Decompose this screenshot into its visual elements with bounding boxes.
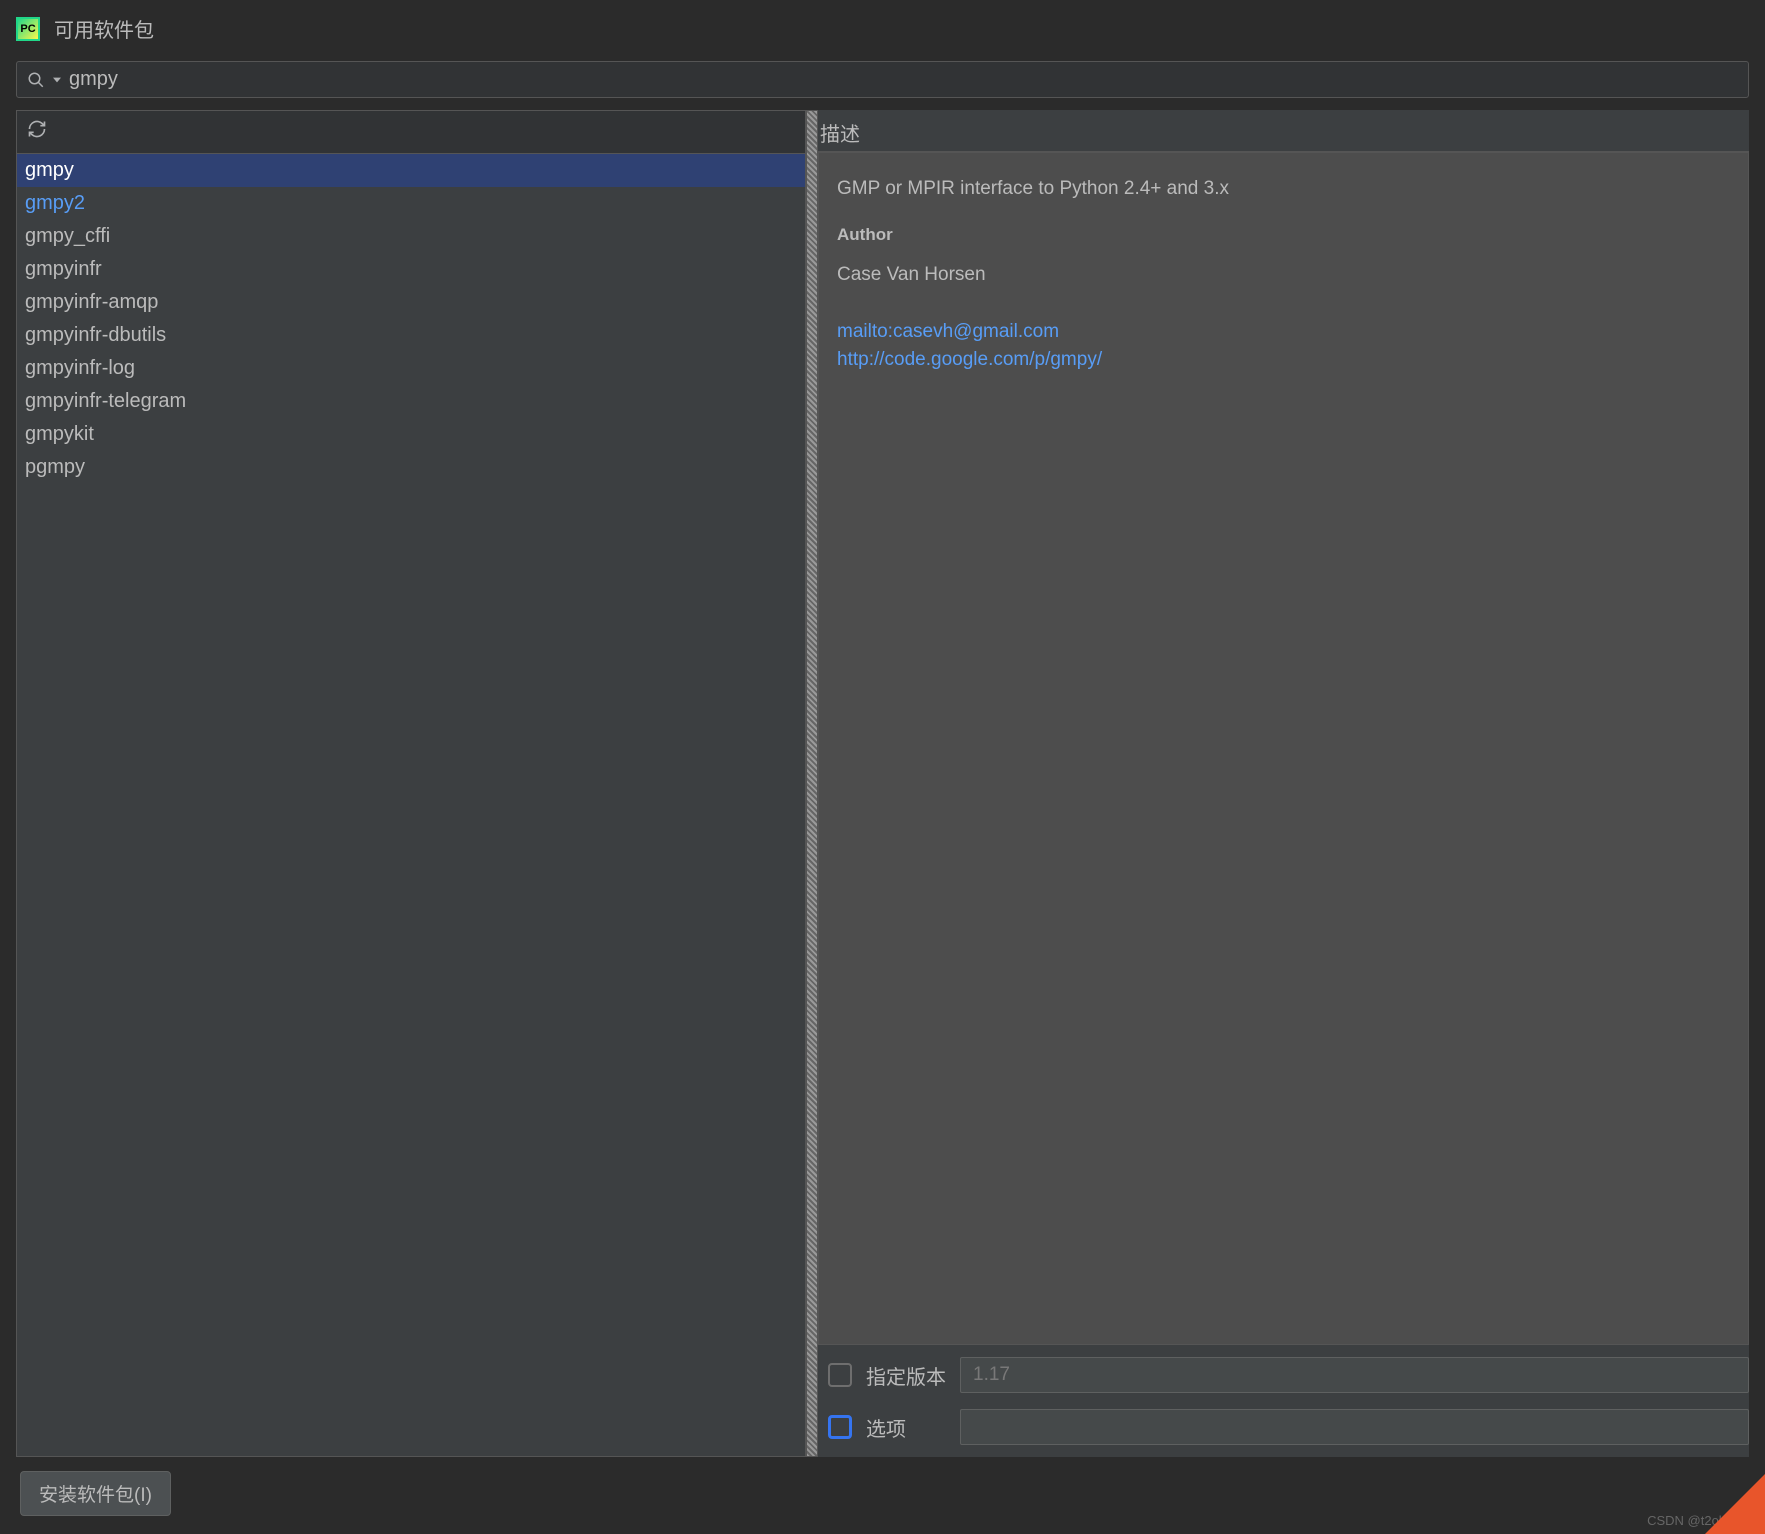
author-label: Author	[837, 222, 1730, 248]
description-summary: GMP or MPIR interface to Python 2.4+ and…	[837, 175, 1730, 204]
package-item[interactable]: gmpyinfr-dbutils	[17, 319, 805, 352]
description-header: 描述	[818, 110, 1749, 152]
install-button[interactable]: 安装软件包(I)	[20, 1471, 171, 1516]
description-link[interactable]: mailto:casevh@gmail.com	[837, 318, 1730, 347]
search-container	[0, 57, 1765, 102]
description-section: 描述 GMP or MPIR interface to Python 2.4+ …	[818, 110, 1749, 1345]
package-item[interactable]: pgmpy	[17, 451, 805, 484]
options-section: 指定版本 选项	[818, 1345, 1749, 1457]
options-input[interactable]	[960, 1409, 1749, 1445]
pycharm-icon: PC	[16, 17, 40, 41]
window-title: 可用软件包	[54, 14, 154, 43]
refresh-bar	[17, 111, 805, 154]
package-item[interactable]: gmpyinfr	[17, 253, 805, 286]
search-box[interactable]	[16, 61, 1749, 98]
right-panel: 描述 GMP or MPIR interface to Python 2.4+ …	[818, 110, 1749, 1457]
version-label: 指定版本	[866, 1361, 946, 1390]
description-link[interactable]: http://code.google.com/p/gmpy/	[837, 346, 1730, 375]
author-name: Case Van Horsen	[837, 261, 1730, 290]
package-list[interactable]: gmpygmpy2gmpy_cffigmpyinfrgmpyinfr-amqpg…	[17, 154, 805, 1456]
splitter[interactable]	[806, 110, 818, 1457]
refresh-icon[interactable]	[27, 119, 47, 139]
options-label: 选项	[866, 1413, 946, 1442]
main-content: gmpygmpy2gmpy_cffigmpyinfrgmpyinfr-amqpg…	[0, 102, 1765, 1457]
package-item[interactable]: gmpyinfr-amqp	[17, 286, 805, 319]
package-item[interactable]: gmpykit	[17, 418, 805, 451]
version-checkbox[interactable]	[828, 1363, 852, 1387]
titlebar: PC 可用软件包	[0, 0, 1765, 57]
package-dialog: PC 可用软件包 gmpygmpy2gmpy_	[0, 0, 1765, 1534]
search-input[interactable]	[69, 68, 1738, 91]
package-item[interactable]: gmpy	[17, 154, 805, 187]
dropdown-arrow-icon[interactable]	[53, 76, 61, 84]
version-input[interactable]	[960, 1357, 1749, 1393]
package-item[interactable]: gmpy_cffi	[17, 220, 805, 253]
left-panel: gmpygmpy2gmpy_cffigmpyinfrgmpyinfr-amqpg…	[16, 110, 806, 1457]
options-option-row: 选项	[818, 1409, 1749, 1445]
options-checkbox[interactable]	[828, 1415, 852, 1439]
footer: 安装软件包(I)	[0, 1457, 1765, 1534]
version-option-row: 指定版本	[818, 1357, 1749, 1393]
search-icon	[27, 71, 45, 89]
package-item[interactable]: gmpyinfr-log	[17, 352, 805, 385]
package-item[interactable]: gmpy2	[17, 187, 805, 220]
description-body: GMP or MPIR interface to Python 2.4+ and…	[818, 152, 1749, 1345]
package-item[interactable]: gmpyinfr-telegram	[17, 385, 805, 418]
